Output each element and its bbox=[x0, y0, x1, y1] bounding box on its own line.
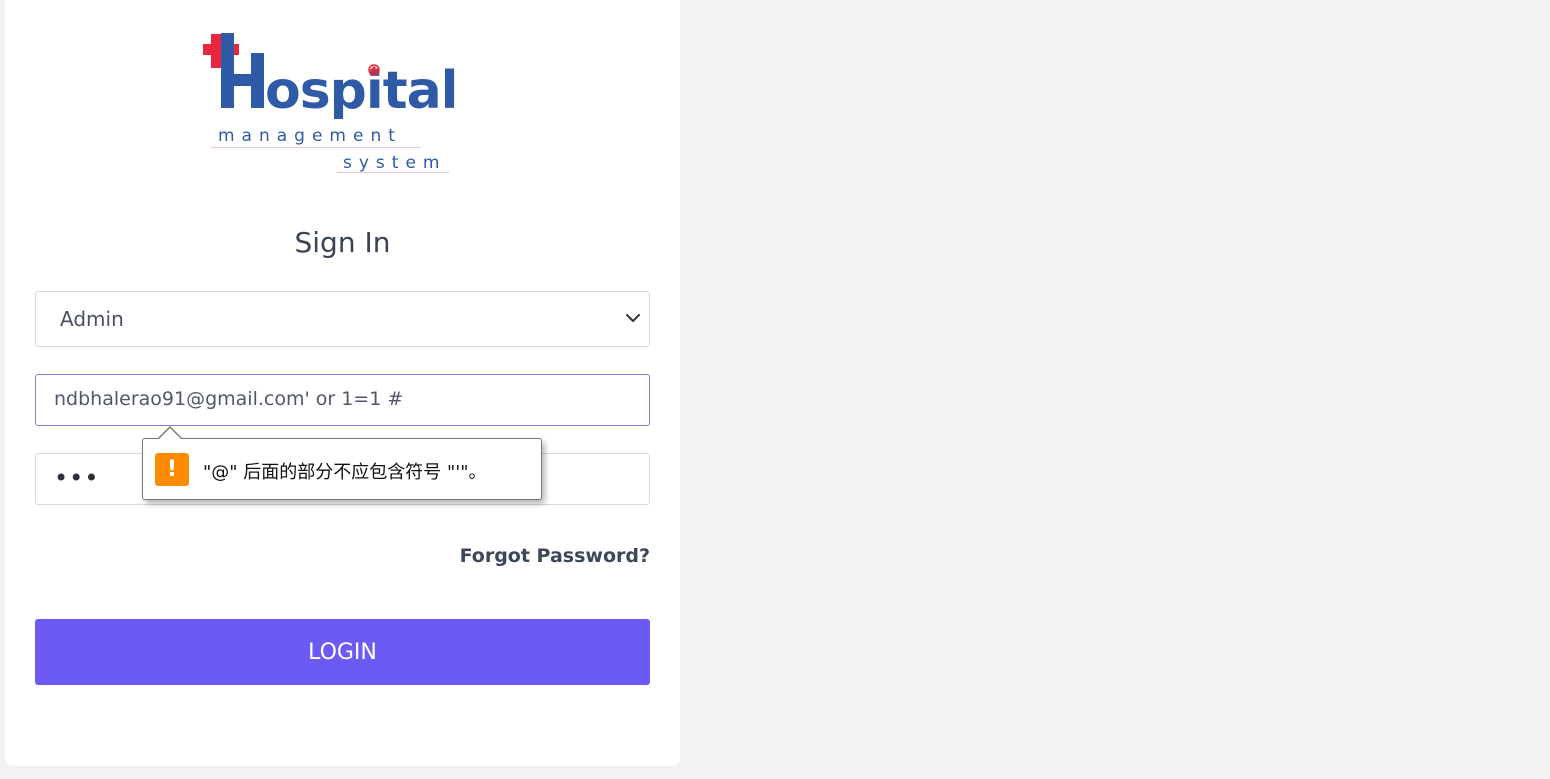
svg-text:management: management bbox=[218, 126, 402, 146]
validation-tooltip: ! "@" 后面的部分不应包含符号 "'"。 bbox=[142, 426, 542, 500]
tooltip-message: "@" 后面的部分不应包含符号 "'"。 bbox=[203, 462, 487, 483]
login-button[interactable]: LOGIN bbox=[35, 619, 650, 685]
page-title: Sign In bbox=[294, 226, 391, 259]
chevron-down-icon bbox=[626, 314, 640, 322]
warning-icon: ! bbox=[155, 453, 189, 486]
password-field-value: ••• bbox=[54, 464, 100, 492]
role-select[interactable]: Admin bbox=[35, 291, 650, 347]
email-field-value: ndbhalerao91@gmail.com' or 1=1 # bbox=[54, 388, 404, 410]
svg-text:ospital: ospital bbox=[265, 61, 458, 121]
login-card: ospital management system Sign In Admin … bbox=[5, 0, 680, 766]
hospital-logo: ospital management system bbox=[203, 28, 473, 178]
role-select-value: Admin bbox=[60, 307, 124, 331]
svg-text:system: system bbox=[343, 153, 446, 173]
forgot-password-link[interactable]: Forgot Password? bbox=[460, 545, 650, 567]
email-field[interactable]: ndbhalerao91@gmail.com' or 1=1 # bbox=[35, 374, 650, 426]
